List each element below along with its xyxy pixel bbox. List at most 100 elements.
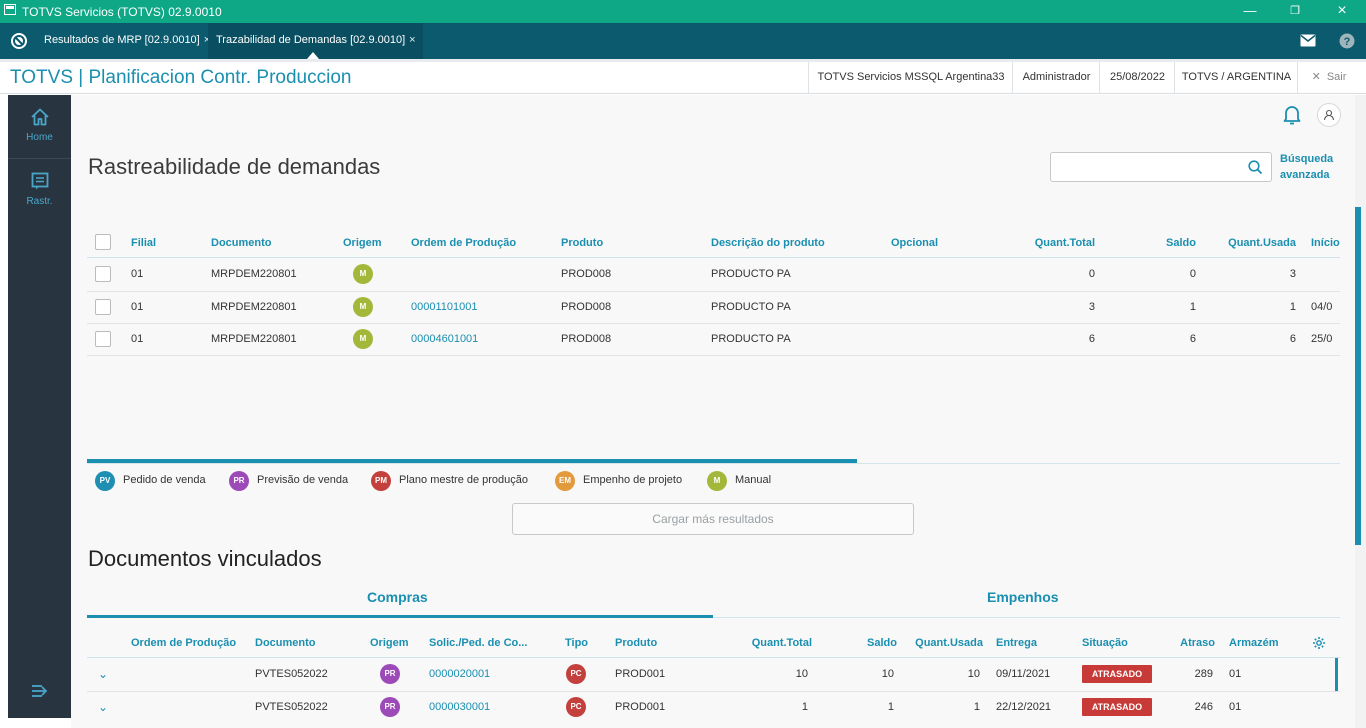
totvs-logo-icon[interactable]	[10, 32, 28, 50]
expand-row-chevron-icon[interactable]: ⌄	[98, 700, 108, 714]
column-header-origem[interactable]: Origem	[370, 637, 409, 649]
cell-filial: 01	[131, 301, 144, 313]
exit-label: Sair	[1326, 71, 1347, 83]
active-tab-indicator	[307, 52, 319, 59]
legend-label: Manual	[735, 474, 772, 486]
column-header-armazem[interactable]: Armazém	[1229, 637, 1279, 649]
column-header-entrega[interactable]: Entrega	[996, 637, 1037, 649]
user-avatar-icon[interactable]	[1317, 103, 1341, 127]
mail-icon[interactable]	[1300, 34, 1316, 47]
column-header-quant-usada[interactable]: Quant.Usada	[1206, 237, 1296, 249]
help-icon[interactable]: ?	[1339, 33, 1355, 49]
tab-compras[interactable]: Compras	[367, 589, 428, 605]
horizontal-scroll-track[interactable]	[87, 463, 1340, 464]
vertical-scrollbar[interactable]	[1355, 95, 1366, 728]
column-header-quant-total[interactable]: Quant.Total	[1005, 237, 1095, 249]
notification-bell-icon[interactable]	[1282, 104, 1302, 126]
server-name: TOTVS Servicios MSSQL Argentina33	[808, 62, 1013, 93]
cell-descricao: PRODUCTO PA	[711, 301, 791, 313]
origin-badge: PR	[380, 664, 400, 684]
main-content	[71, 95, 1355, 728]
column-header-descricao[interactable]: Descrição do produto	[711, 237, 825, 249]
cell-documento: MRPDEM220801	[211, 333, 297, 345]
type-badge: PC	[566, 697, 586, 717]
cell-produto: PROD001	[615, 668, 666, 680]
system-date: 25/08/2022	[1099, 62, 1175, 93]
column-header-documento[interactable]: Documento	[255, 637, 316, 649]
cell-quant-usada: 10	[967, 668, 980, 680]
expand-menu-icon[interactable]	[31, 683, 49, 699]
select-all-checkbox[interactable]	[95, 234, 111, 250]
row-highlight	[1335, 658, 1338, 691]
search-field[interactable]	[1050, 152, 1272, 182]
cell-quant-usada: 1	[1289, 301, 1296, 313]
cell-ordem[interactable]: 00001101001	[411, 301, 477, 313]
column-header-atraso[interactable]: Atraso	[1165, 637, 1215, 649]
column-header-produto[interactable]: Produto	[615, 637, 657, 649]
user-name: Administrador	[1012, 62, 1100, 93]
horizontal-scroll-thumb[interactable]	[87, 459, 857, 463]
column-header-inicio[interactable]: Início	[1311, 237, 1340, 249]
column-header-documento[interactable]: Documento	[211, 237, 272, 249]
column-header-solic[interactable]: Solic./Ped. de Co...	[429, 637, 527, 649]
cell-quant-total: 3	[1088, 301, 1095, 313]
cell-solic[interactable]: 0000020001	[429, 668, 490, 680]
cell-entrega: 09/11/2021	[996, 668, 1051, 680]
sidebar-item-rastr[interactable]: Rastr.	[8, 171, 71, 207]
tab-label: Resultados de MRP [02.9.0010]	[44, 34, 200, 46]
exit-button[interactable]: ✕ Sair	[1297, 62, 1360, 93]
sidebar-item-home[interactable]: Home	[8, 107, 71, 143]
column-header-saldo[interactable]: Saldo	[847, 637, 897, 649]
row-checkbox[interactable]	[95, 331, 111, 347]
sidebar-item-label: Home	[26, 132, 53, 143]
load-more-button[interactable]: Cargar más resultados	[512, 503, 914, 535]
expand-row-chevron-icon[interactable]: ⌄	[98, 667, 108, 681]
tab-mrp-results[interactable]: Resultados de MRP [02.9.0010] ×	[36, 23, 214, 59]
column-header-opcional[interactable]: Opcional	[891, 237, 938, 249]
cell-descricao: PRODUCTO PA	[711, 333, 791, 345]
column-header-saldo[interactable]: Saldo	[1126, 237, 1196, 249]
column-header-ordem[interactable]: Ordem de Produção	[131, 637, 236, 649]
search-icon[interactable]	[1248, 160, 1263, 175]
origin-badge: M	[353, 264, 373, 284]
cell-solic[interactable]: 0000030001	[429, 701, 490, 713]
cell-quant-usada: 3	[1289, 268, 1296, 280]
app-title: TOTVS | Planificacion Contr. Produccion	[10, 67, 352, 88]
cell-saldo: 0	[1189, 268, 1196, 280]
origin-badge: M	[353, 297, 373, 317]
cell-produto: PROD008	[561, 301, 612, 313]
column-header-ordem[interactable]: Ordem de Produção	[411, 237, 516, 249]
row-checkbox[interactable]	[95, 299, 111, 315]
column-header-filial[interactable]: Filial	[131, 237, 156, 249]
column-header-quant-total[interactable]: Quant.Total	[722, 637, 812, 649]
close-tab-icon[interactable]: ×	[409, 34, 415, 46]
cell-quant-total: 0	[1088, 268, 1095, 280]
column-header-situacao[interactable]: Situação	[1082, 637, 1128, 649]
minimize-button[interactable]: —	[1240, 2, 1260, 20]
row-checkbox[interactable]	[95, 266, 111, 282]
cell-saldo: 1	[1189, 301, 1196, 313]
cell-ordem[interactable]: 00004601001	[411, 333, 478, 345]
cell-filial: 01	[131, 333, 144, 345]
column-header-quant-usada[interactable]: Quant.Usada	[893, 637, 983, 649]
row-divider	[87, 355, 1340, 356]
scrollbar-thumb[interactable]	[1355, 207, 1361, 545]
type-badge: PC	[566, 664, 586, 684]
close-window-button[interactable]: ×	[1332, 2, 1352, 20]
advanced-search-link[interactable]: Búsqueda avanzada	[1280, 151, 1340, 183]
search-input[interactable]	[1057, 157, 1241, 179]
cell-documento: PVTES052022	[255, 668, 328, 680]
cell-filial: 01	[131, 268, 144, 280]
cell-saldo: 1	[887, 701, 894, 713]
column-header-origem[interactable]: Origem	[343, 237, 382, 249]
column-header-produto[interactable]: Produto	[561, 237, 603, 249]
sidebar-divider	[8, 158, 71, 159]
cell-saldo: 6	[1189, 333, 1196, 345]
maximize-button[interactable]: ❐	[1285, 2, 1305, 20]
tab-empenhos[interactable]: Empenhos	[987, 589, 1059, 605]
cell-produto: PROD008	[561, 333, 612, 345]
cell-atraso: 289	[1194, 668, 1213, 680]
column-header-tipo[interactable]: Tipo	[565, 637, 588, 649]
settings-gear-icon[interactable]	[1312, 636, 1326, 650]
cell-documento: MRPDEM220801	[211, 301, 297, 313]
